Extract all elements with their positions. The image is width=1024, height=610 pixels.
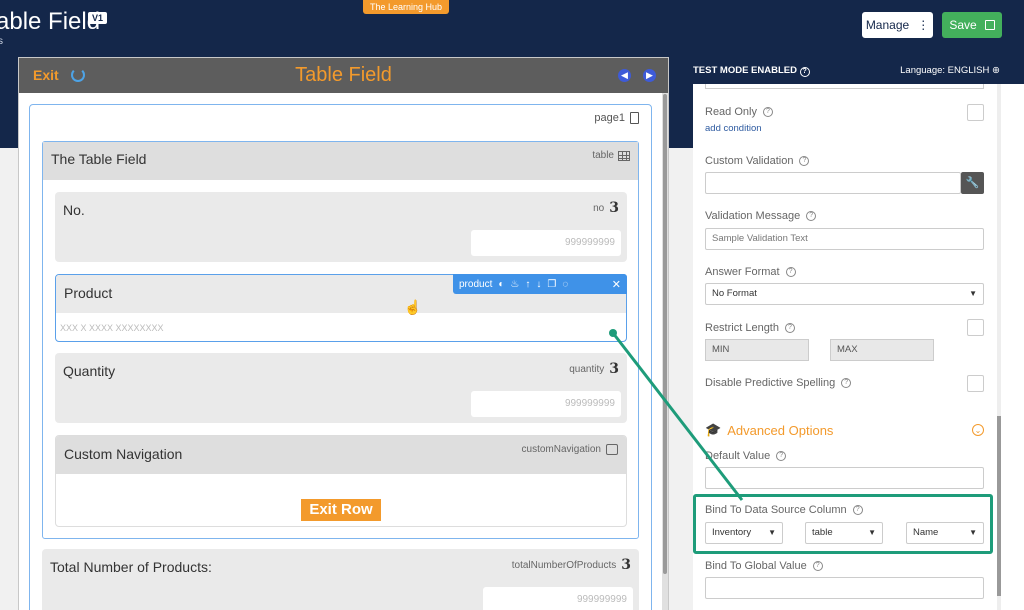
hand-cursor-icon: ☝ [404,299,422,315]
field-tag: totalNumberOfProducts 3 [511,557,631,573]
navigation-icon [606,444,618,455]
validation-message-label: Validation Message? [705,210,817,222]
more-vertical-icon: ⋮ [917,18,930,32]
add-condition-link[interactable]: add condition [705,123,762,134]
restrict-length-label: Restrict Length? [705,322,795,334]
field-tag: customNavigation [522,444,618,455]
custom-validation-input[interactable] [705,172,961,194]
field-total[interactable]: Total Number of Products: totalNumberOfP… [42,549,639,610]
form-preview-panel: Table Field Exit ◀ ▶ page1 The Table Fie… [18,57,669,610]
rules-icon[interactable]: ♨ [510,279,519,290]
caret-down-icon: ▼ [969,289,977,298]
toolbar-tag: product [459,278,493,290]
field-label: Custom Navigation [64,446,183,462]
exit-link[interactable]: Exit [33,67,59,83]
bind-global-label: Bind To Global Value? [705,560,823,572]
field-custom-navigation[interactable]: Custom Navigation customNavigation Exit … [55,435,627,527]
exit-row-button[interactable]: Exit Row [301,499,381,521]
arrow-left-icon[interactable]: ◀ [618,69,631,82]
form-title: Table Field [295,64,392,86]
help-icon[interactable]: ? [812,561,823,571]
help-icon[interactable]: ? [776,451,787,461]
disable-predictive-checkbox[interactable] [967,375,984,392]
save-button[interactable]: Save [942,12,1002,38]
restrict-length-checkbox[interactable] [967,319,984,336]
wrench-icon[interactable]: 🔧 [961,172,984,194]
preview-scrollbar-thumb[interactable] [663,94,667,574]
move-down-icon[interactable]: ↓ [536,279,541,290]
palette-icon[interactable]: ◐ [498,279,504,290]
chevron-down-icon[interactable]: ⌄ [972,424,984,436]
table-header: The Table Field table [43,142,638,180]
version-badge: V1 [88,12,108,24]
close-icon[interactable]: ✕ [612,278,621,291]
bind-global-input[interactable] [705,577,984,599]
help-icon[interactable]: ? [785,267,796,277]
language-selector[interactable]: Language: ENGLISH ⊕ [900,65,1000,76]
preview-header: Table Field Exit ◀ ▶ [19,58,668,93]
settings-scrollbar-thumb[interactable] [997,416,1001,596]
number-input[interactable]: 999999999 [471,391,621,417]
field-product[interactable]: Product XXX X XXXX XXXXXXXX product ◐ ♨ … [55,274,627,342]
number-type-icon: 3 [609,361,619,377]
test-mode-label: TEST MODE ENABLED ? [693,65,810,77]
help-icon[interactable]: ? [784,323,795,333]
custom-validation-label: Custom Validation? [705,155,810,167]
number-type-icon: 3 [609,200,619,216]
answer-format-select[interactable]: No Format ▼ [705,283,984,305]
arrow-right-icon[interactable]: ▶ [643,69,656,82]
disable-predictive-label: Disable Predictive Spelling? [705,377,852,389]
default-value-label: Default Value? [705,450,787,462]
learning-hub-badge[interactable]: The Learning Hub [363,0,450,14]
refresh-icon[interactable] [71,68,85,82]
help-icon[interactable]: ? [799,67,810,77]
graduation-cap-icon: 🎓 [705,422,722,437]
help-icon[interactable]: ? [799,156,810,166]
copy-icon[interactable]: ❐ [547,279,556,290]
min-input[interactable]: MIN [705,339,809,361]
field-toolbar: product ◐ ♨ ↑ ↓ ❐ ◌ ✕ [453,274,627,294]
table-title: The Table Field [51,151,147,167]
read-only-checkbox[interactable] [967,104,984,121]
floppy-disk-icon [984,20,995,30]
help-icon[interactable]: ? [841,378,852,388]
field-no[interactable]: No. no 3 999999999 [55,192,627,262]
manage-button[interactable]: Manage ⋮ [862,12,933,38]
answer-format-label: Answer Format? [705,266,796,278]
field-label: Quantity [63,363,116,379]
document-icon [630,112,639,124]
field-label: No. [63,202,85,218]
table-grid-icon [618,150,630,161]
validation-message-input[interactable]: Sample Validation Text [705,228,984,250]
product-input[interactable]: XXX X XXXX XXXXXXXX [60,323,164,333]
page-label: page1 [594,112,639,124]
page-container[interactable]: page1 The Table Field table No. no 3 999… [29,104,652,610]
manage-label: Manage [865,18,910,32]
help-icon[interactable]: ? [762,107,773,117]
table-field[interactable]: The Table Field table No. no 3 999999999… [42,141,639,539]
previous-input-edge [705,84,984,89]
help-icon[interactable]: ? [806,211,817,221]
number-type-icon: 3 [621,557,631,573]
advanced-options-toggle[interactable]: 🎓 Advanced Options [705,422,833,438]
field-label: Product [64,285,113,301]
app-title: able Field [0,8,101,35]
app-subtitle: s [0,36,3,47]
settings-header: TEST MODE ENABLED ? Language: ENGLISH ⊕ [693,58,1024,84]
max-input[interactable]: MAX [830,339,934,361]
field-tag: quantity 3 [569,361,619,377]
bind-column-highlight [693,494,993,554]
field-quantity[interactable]: Quantity quantity 3 999999999 [55,353,627,423]
field-tag: no 3 [593,200,619,216]
default-value-input[interactable] [705,467,984,489]
number-input[interactable]: 999999999 [471,230,621,256]
table-tag: table [592,150,630,161]
field-label: Total Number of Products: [50,559,212,575]
comment-icon[interactable]: ◌ [562,279,568,290]
number-input[interactable]: 999999999 [483,587,633,610]
save-label: Save [949,18,977,32]
globe-icon: ⊕ [992,65,1000,76]
move-up-icon[interactable]: ↑ [525,279,530,290]
read-only-label: Read Only? [705,106,773,118]
